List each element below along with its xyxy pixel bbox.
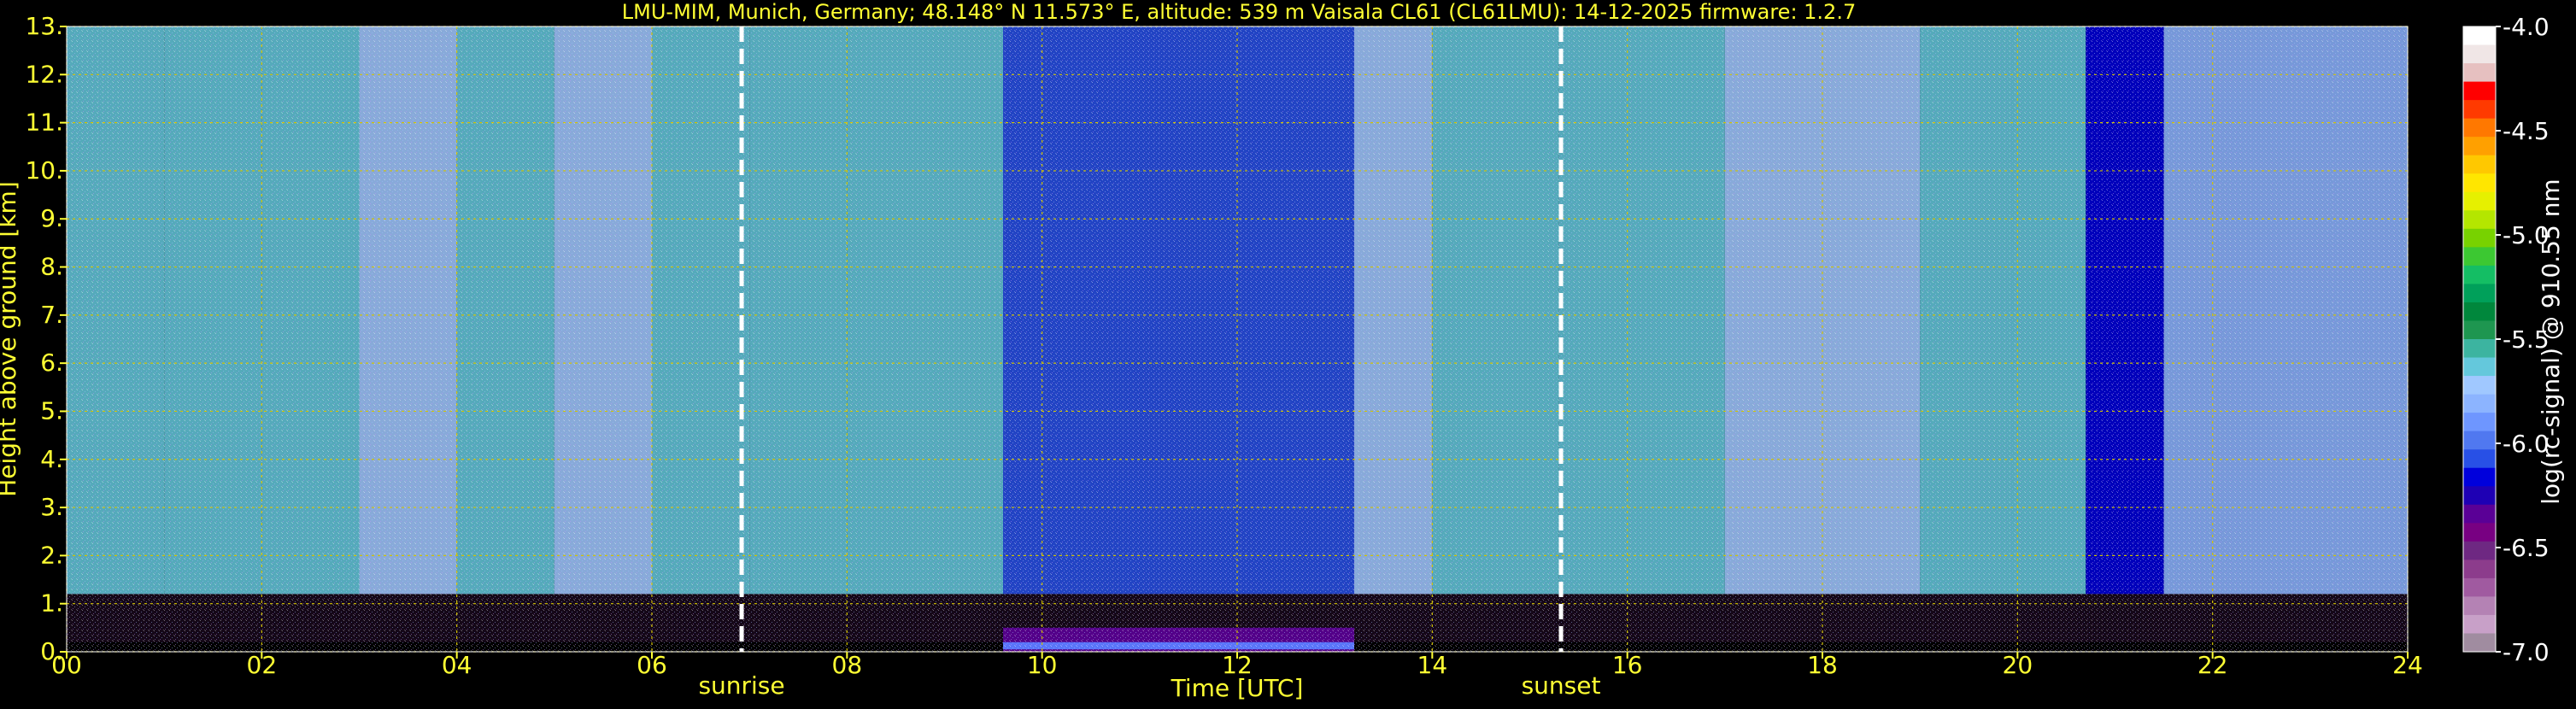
- chart-title: LMU-MIM, Munich, Germany; 48.148° N 11.5…: [622, 0, 1856, 24]
- colorbar-tick-label: -4.5: [2503, 117, 2550, 145]
- colorbar-swatch-29: [2463, 560, 2496, 579]
- y-tick-label: 3.: [40, 493, 63, 521]
- sunset-label: sunset: [1522, 671, 1601, 700]
- colorbar-swatch-28: [2463, 541, 2496, 560]
- colorbar-swatch-14: [2463, 284, 2496, 303]
- colorbar-swatch-9: [2463, 191, 2496, 211]
- x-tick-label: 06: [637, 651, 667, 679]
- colorbar-swatch-7: [2463, 155, 2496, 174]
- colorbar-swatch-16: [2463, 320, 2496, 340]
- colorbar-swatch-25: [2463, 486, 2496, 506]
- colorbar-swatch-31: [2463, 596, 2496, 616]
- colorbar-swatch-19: [2463, 376, 2496, 396]
- x-tick-label: 04: [442, 651, 472, 679]
- colorbar-swatch-24: [2463, 467, 2496, 487]
- x-tick-label: 02: [247, 651, 278, 679]
- x-tick-label: 24: [2392, 651, 2423, 679]
- y-tick-label: 1.: [40, 589, 63, 618]
- colorbar-swatch-18: [2463, 357, 2496, 377]
- y-tick-label: 11.: [25, 108, 63, 137]
- y-tick-label: 8.: [40, 253, 63, 281]
- y-tick-label: 7.: [40, 301, 63, 329]
- colorbar-swatch-26: [2463, 504, 2496, 524]
- x-tick-label: 22: [2198, 651, 2228, 679]
- chart-svg: LMU-MIM, Munich, Germany; 48.148° N 11.5…: [0, 0, 2565, 702]
- colorbar-swatch-21: [2463, 413, 2496, 432]
- colorbar-swatch-0: [2463, 26, 2496, 46]
- colorbar-swatch-8: [2463, 173, 2496, 193]
- y-tick-labels: 0. 1. 2. 3. 4. 5. 6. 7. 8. 9. 10. 11. 12. 13.: [25, 12, 63, 665]
- colorbar-swatch-27: [2463, 523, 2496, 542]
- colorbar-label: log(rc-signal) @ 910.55 nm: [2537, 179, 2565, 504]
- colorbar-swatch-20: [2463, 394, 2496, 413]
- x-tick-label: 08: [832, 651, 863, 679]
- y-tick-label: 12.: [25, 60, 63, 88]
- x-tick-label: 18: [1807, 651, 1838, 679]
- colorbar-swatch-12: [2463, 247, 2496, 267]
- colorbar-tick-label: -4.0: [2503, 13, 2550, 41]
- colorbar-swatch-15: [2463, 302, 2496, 321]
- colorbar-swatch-10: [2463, 210, 2496, 230]
- colorbar-swatch-2: [2463, 63, 2496, 83]
- colorbar-swatch-22: [2463, 431, 2496, 450]
- y-tick-label: 5.: [40, 396, 63, 425]
- y-tick-label: 0.: [40, 637, 63, 665]
- colorbar-swatch-3: [2463, 81, 2496, 101]
- colorbar-swatch-23: [2463, 449, 2496, 469]
- colorbar-swatch-32: [2463, 614, 2496, 634]
- x-tick-label: 20: [2003, 651, 2033, 679]
- y-tick-label: 13.: [25, 12, 63, 40]
- sunrise-label: sunrise: [698, 671, 784, 700]
- colorbar-tick-label: -6.5: [2503, 534, 2550, 562]
- y-tick-label: 6.: [40, 349, 63, 377]
- y-tick-label: 2.: [40, 541, 63, 569]
- colorbar-swatch-30: [2463, 577, 2496, 597]
- x-tick-label: 10: [1027, 651, 1058, 679]
- x-tick-label: 16: [1612, 651, 1643, 679]
- colorbar-swatch-6: [2463, 137, 2496, 156]
- y-tick-label: 4.: [40, 445, 63, 473]
- y-tick-label: 10.: [25, 156, 63, 185]
- colorbar-swatch-4: [2463, 100, 2496, 120]
- x-tick-label: 14: [1417, 651, 1448, 679]
- colorbar-swatch-11: [2463, 228, 2496, 248]
- colorbar-tick-label: -7.0: [2503, 638, 2550, 666]
- colorbar-swatch-33: [2463, 633, 2496, 653]
- colorbar-swatch-5: [2463, 118, 2496, 138]
- x-axis-label: Time [UTC]: [1171, 674, 1304, 702]
- y-axis-label: Height above ground [km]: [0, 181, 21, 497]
- y-tick-label: 9.: [40, 204, 63, 232]
- colorbar-swatch-13: [2463, 265, 2496, 284]
- colorbar-swatch-17: [2463, 339, 2496, 359]
- lidar-chart: LMU-MIM, Munich, Germany; 48.148° N 11.5…: [0, 0, 2576, 706]
- colorbar-swatch-1: [2463, 44, 2496, 64]
